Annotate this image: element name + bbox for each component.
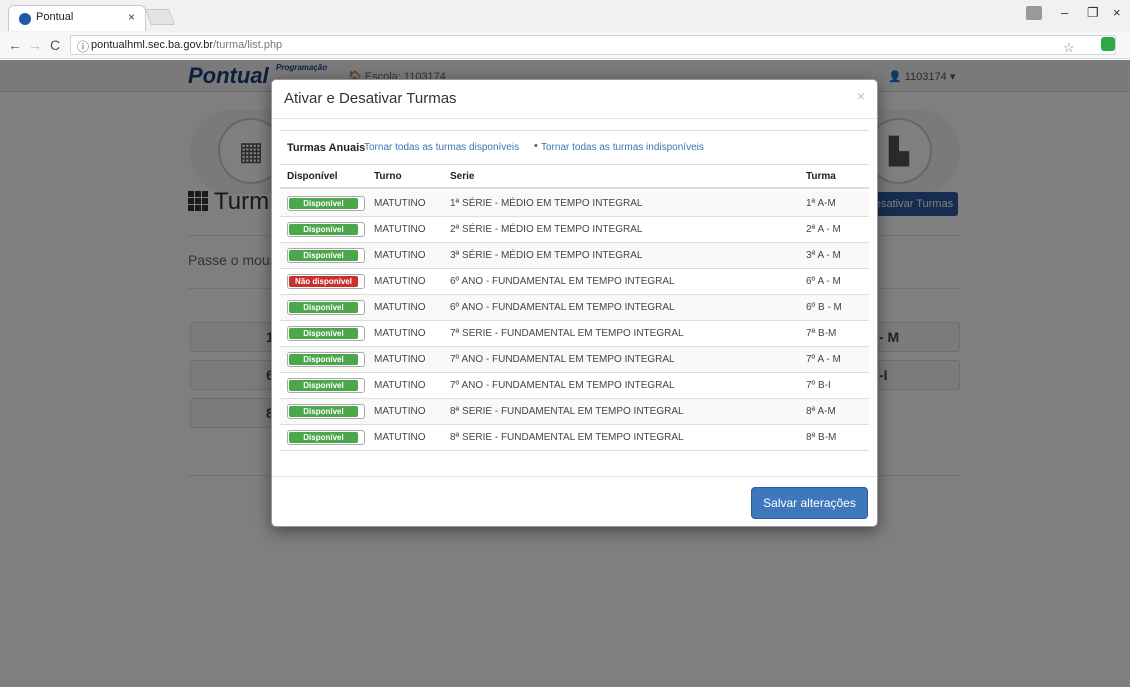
availability-toggle[interactable]: Disponível bbox=[287, 248, 365, 263]
table-row: Disponível MATUTINO 7º ANO - FUNDAMENTAL E… bbox=[280, 347, 869, 373]
availability-toggle[interactable]: Disponível bbox=[287, 430, 365, 445]
info-icon[interactable]: ⓘ bbox=[77, 38, 89, 55]
turno-cell: MATUTINO bbox=[374, 224, 426, 235]
url-text: pontualhml.sec.ba.gov.br/turma/list.php bbox=[91, 39, 282, 51]
turma-cell: 2ª A - M bbox=[806, 224, 841, 235]
modal-title: Ativar e Desativar Turmas bbox=[284, 90, 457, 107]
separator-dot: • bbox=[534, 140, 538, 152]
new-tab-button[interactable] bbox=[145, 9, 175, 25]
make-all-available-link[interactable]: Tornar todas as turmas disponíveis bbox=[364, 142, 519, 153]
availability-status: Disponível bbox=[289, 328, 358, 339]
turma-cell: 7º B-I bbox=[806, 380, 831, 391]
availability-status: Disponível bbox=[289, 354, 358, 365]
serie-cell: 6º ANO - FUNDAMENTAL EM TEMPO INTEGRAL bbox=[450, 276, 675, 287]
header-serie: Serie bbox=[450, 171, 475, 182]
tab-title: Pontual bbox=[36, 11, 74, 23]
url-host: pontualhml.sec.ba.gov.br bbox=[91, 39, 214, 51]
make-all-unavailable-link[interactable]: Tornar todas as turmas indisponíveis bbox=[541, 142, 704, 153]
turma-cell: 7º A - M bbox=[806, 354, 841, 365]
table-row: Disponível MATUTINO 2ª SÉRIE - MÉDIO EM TE… bbox=[280, 217, 869, 243]
tab-close-icon[interactable]: × bbox=[128, 10, 135, 24]
turno-cell: MATUTINO bbox=[374, 302, 426, 313]
restore-button[interactable]: ❐ bbox=[1087, 5, 1099, 21]
availability-toggle[interactable]: Disponível bbox=[287, 300, 365, 315]
turma-cell: 3ª A - M bbox=[806, 250, 841, 261]
turma-cell: 8ª B-M bbox=[806, 432, 837, 443]
turma-cell: 6º B - M bbox=[806, 302, 842, 313]
availability-status: Disponível bbox=[289, 224, 358, 235]
forward-button[interactable]: → bbox=[28, 37, 42, 53]
address-bar-row: ← → C ⓘ pontualhml.sec.ba.gov.br/turma/l… bbox=[0, 32, 1130, 59]
reload-button[interactable]: C bbox=[50, 37, 60, 53]
favicon-icon bbox=[19, 13, 31, 25]
availability-status: Disponível bbox=[289, 198, 358, 209]
availability-status: Disponível bbox=[289, 302, 358, 313]
close-window-button[interactable]: × bbox=[1113, 5, 1121, 20]
minimize-button[interactable]: – bbox=[1061, 5, 1068, 20]
bookmark-star-icon[interactable]: ☆ bbox=[1063, 40, 1075, 56]
availability-toggle[interactable]: Disponível bbox=[287, 404, 365, 419]
serie-cell: 1ª SÉRIE - MÉDIO EM TEMPO INTEGRAL bbox=[450, 198, 643, 209]
turno-cell: MATUTINO bbox=[374, 406, 426, 417]
modal-header-divider bbox=[272, 118, 877, 119]
table-row: Disponível MATUTINO 7ª SERIE - FUNDAMENTAL… bbox=[280, 321, 869, 347]
extension-icon[interactable] bbox=[1101, 37, 1115, 51]
availability-toggle[interactable]: Disponível bbox=[287, 326, 365, 341]
table-row: Não disponível MATUTINO 6º ANO - FUNDAMENT… bbox=[280, 269, 869, 295]
header-disponivel: Disponível bbox=[287, 171, 338, 182]
availability-status: Disponível bbox=[289, 432, 358, 443]
header-turma: Turma bbox=[806, 171, 836, 182]
annual-classes-label: Turmas Anuais bbox=[287, 142, 366, 154]
availability-toggle[interactable]: Disponível bbox=[287, 352, 365, 367]
profile-icon[interactable] bbox=[1026, 6, 1042, 20]
availability-status: Não disponível bbox=[289, 276, 358, 287]
header-turno: Turno bbox=[374, 171, 402, 182]
turma-cell: 1ª A-M bbox=[806, 198, 836, 209]
annual-classes-header: Turmas Anuais Tornar todas as turmas dis… bbox=[280, 130, 869, 165]
table-row: Disponível MATUTINO 6º ANO - FUNDAMENTAL E… bbox=[280, 295, 869, 321]
table-row: Disponível MATUTINO 7º ANO - FUNDAMENTAL E… bbox=[280, 373, 869, 399]
serie-cell: 3ª SÉRIE - MÉDIO EM TEMPO INTEGRAL bbox=[450, 250, 643, 261]
modal-footer-divider bbox=[272, 476, 877, 477]
availability-status: Disponível bbox=[289, 380, 358, 391]
availability-toggle[interactable]: Não disponível bbox=[287, 274, 365, 289]
serie-cell: 2ª SÉRIE - MÉDIO EM TEMPO INTEGRAL bbox=[450, 224, 643, 235]
availability-toggle[interactable]: Disponível bbox=[287, 222, 365, 237]
table-row: Disponível MATUTINO 8ª SERIE - FUNDAMENTAL… bbox=[280, 425, 869, 451]
browser-tabstrip: Pontual × – ❐ × bbox=[0, 0, 1130, 32]
availability-status: Disponível bbox=[289, 250, 358, 261]
turno-cell: MATUTINO bbox=[374, 354, 426, 365]
turno-cell: MATUTINO bbox=[374, 380, 426, 391]
turma-cell: 7ª B-M bbox=[806, 328, 837, 339]
availability-status: Disponível bbox=[289, 406, 358, 417]
activate-classes-modal: Ativar e Desativar Turmas × Turmas Anuai… bbox=[271, 79, 878, 527]
serie-cell: 6º ANO - FUNDAMENTAL EM TEMPO INTEGRAL bbox=[450, 302, 675, 313]
turno-cell: MATUTINO bbox=[374, 198, 426, 209]
url-input[interactable]: ⓘ pontualhml.sec.ba.gov.br/turma/list.ph… bbox=[70, 35, 1116, 55]
back-button[interactable]: ← bbox=[8, 37, 22, 53]
modal-close-icon[interactable]: × bbox=[857, 88, 865, 104]
serie-cell: 8ª SERIE - FUNDAMENTAL EM TEMPO INTEGRAL bbox=[450, 406, 684, 417]
url-path: /turma/list.php bbox=[213, 39, 283, 51]
serie-cell: 7ª SERIE - FUNDAMENTAL EM TEMPO INTEGRAL bbox=[450, 328, 684, 339]
table-header: Disponível Turno Serie Turma bbox=[280, 165, 869, 189]
turno-cell: MATUTINO bbox=[374, 432, 426, 443]
turno-cell: MATUTINO bbox=[374, 328, 426, 339]
availability-toggle[interactable]: Disponível bbox=[287, 378, 365, 393]
turno-cell: MATUTINO bbox=[374, 276, 426, 287]
save-changes-button[interactable]: Salvar alterações bbox=[751, 487, 868, 519]
table-row: Disponível MATUTINO 8ª SERIE - FUNDAMENTAL… bbox=[280, 399, 869, 425]
turno-cell: MATUTINO bbox=[374, 250, 426, 261]
browser-tab[interactable]: Pontual × bbox=[8, 5, 146, 31]
turma-cell: 6º A - M bbox=[806, 276, 841, 287]
turma-cell: 8ª A-M bbox=[806, 406, 836, 417]
serie-cell: 8ª SERIE - FUNDAMENTAL EM TEMPO INTEGRAL bbox=[450, 432, 684, 443]
availability-toggle[interactable]: Disponível bbox=[287, 196, 365, 211]
table-row: Disponível MATUTINO 1ª SÉRIE - MÉDIO EM TE… bbox=[280, 191, 869, 217]
serie-cell: 7º ANO - FUNDAMENTAL EM TEMPO INTEGRAL bbox=[450, 380, 675, 391]
serie-cell: 7º ANO - FUNDAMENTAL EM TEMPO INTEGRAL bbox=[450, 354, 675, 365]
table-row: Disponível MATUTINO 3ª SÉRIE - MÉDIO EM TE… bbox=[280, 243, 869, 269]
